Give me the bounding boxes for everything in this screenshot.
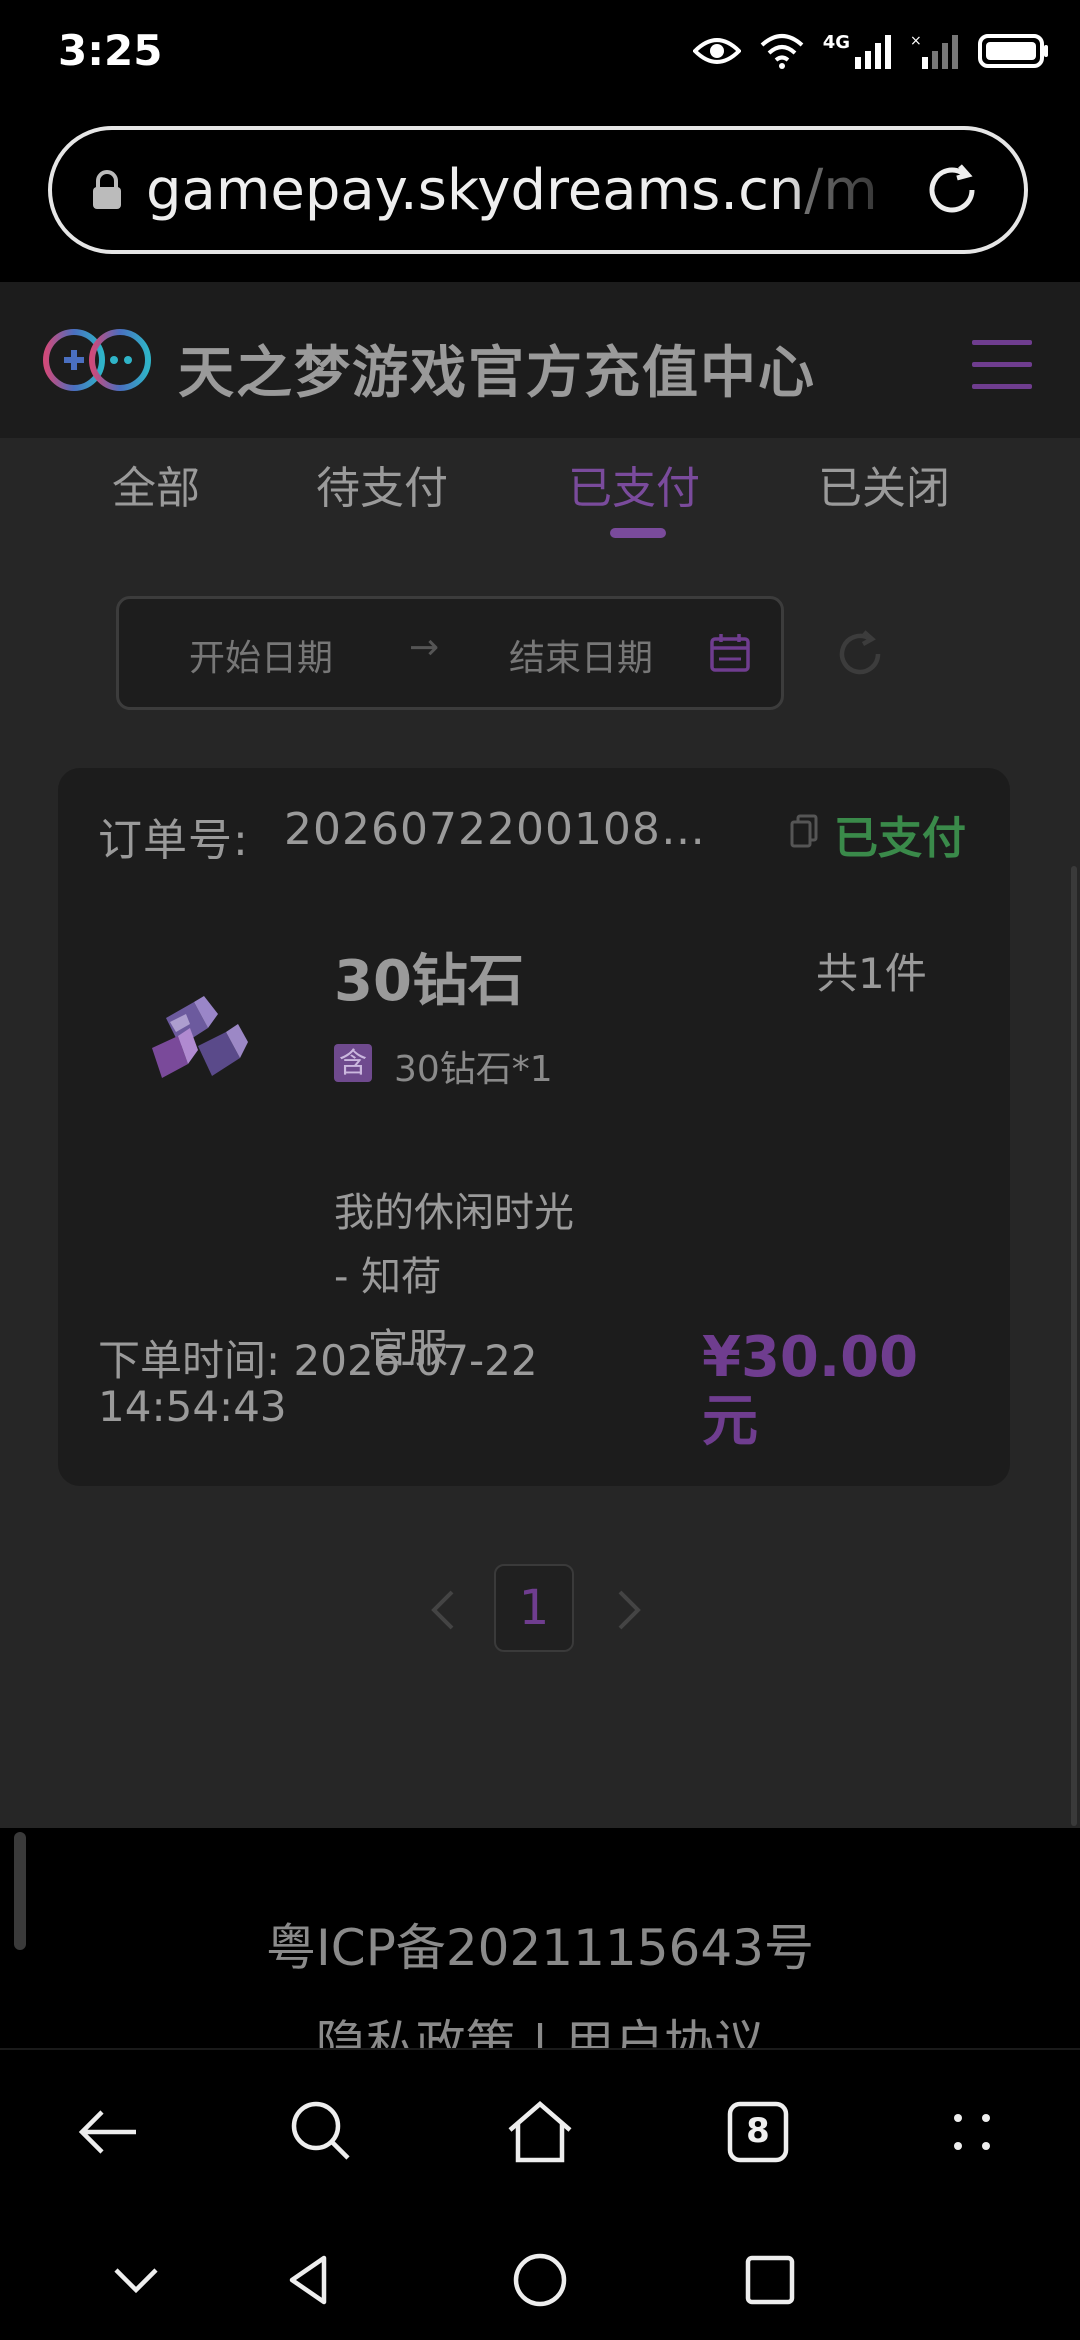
tab-closed[interactable]: 已关闭: [818, 452, 950, 516]
order-status-badge: 已支付: [834, 813, 966, 864]
tab-pending-payment[interactable]: 待支付: [316, 452, 448, 516]
lock-icon: [93, 170, 121, 209]
end-date-input[interactable]: 结束日期: [509, 629, 653, 681]
pagination-current-page[interactable]: 1: [494, 1564, 574, 1652]
gamepad-logo-icon: [43, 329, 151, 391]
nav-recents-icon[interactable]: [740, 2250, 800, 2310]
start-date-input[interactable]: 开始日期: [189, 629, 333, 681]
address-bar[interactable]: gamepay.skydreams.cn/m: [48, 126, 1028, 254]
refresh-icon[interactable]: [834, 628, 886, 680]
url-path: /m: [804, 157, 878, 223]
order-number-label: 订单号:: [98, 815, 249, 866]
search-icon[interactable]: [286, 2096, 358, 2168]
character-name: - 知荷: [334, 1254, 442, 1300]
tab-paid[interactable]: 已支付: [568, 452, 700, 516]
signal-icon: [855, 35, 891, 69]
url-host: gamepay.skydreams.cn: [146, 157, 805, 223]
eye-icon: [692, 38, 741, 64]
wifi-icon: [760, 34, 804, 69]
footer-links[interactable]: 隐私政策 | 用户协议: [0, 2004, 1080, 2048]
more-options-icon[interactable]: [936, 2096, 1008, 2168]
tabs-button[interactable]: 8: [722, 2096, 794, 2168]
home-icon[interactable]: [504, 2096, 576, 2168]
site-title: 天之梦游戏官方充值中心: [178, 341, 816, 406]
server-name: 我的休闲时光: [334, 1190, 574, 1236]
product-name: 30钻石: [334, 949, 524, 1014]
item-count: 共1件: [816, 949, 927, 998]
calendar-icon[interactable]: [709, 633, 751, 673]
network-type-label: 4G: [822, 31, 850, 53]
date-range-picker[interactable]: 开始日期 → 结束日期: [116, 596, 784, 710]
nav-back-icon[interactable]: [280, 2250, 340, 2310]
nav-home-icon[interactable]: [510, 2250, 570, 2310]
status-icons: 4G ×: [692, 24, 1050, 78]
url-text[interactable]: gamepay.skydreams.cn/m: [146, 158, 886, 223]
back-arrow-icon[interactable]: [72, 2096, 144, 2168]
chevron-down-icon[interactable]: [106, 2250, 166, 2310]
diamond-product-image: [152, 996, 248, 1078]
order-number: 20260722001084990: [284, 804, 724, 855]
tab-count: 8: [746, 2111, 770, 2151]
includes-text: 30钻石*1: [394, 1049, 553, 1090]
signal-weak-icon: ×: [910, 33, 958, 69]
range-separator: →: [409, 627, 440, 668]
order-time: 下单时间: 2026-07-22 14:54:43: [98, 1336, 538, 1431]
svg-text:×: ×: [910, 33, 922, 49]
hamburger-menu-icon[interactable]: [970, 334, 1034, 394]
tab-all[interactable]: 全部: [112, 452, 200, 516]
chevron-right-icon[interactable]: [614, 1588, 644, 1632]
page-scrollbar[interactable]: [1071, 866, 1077, 1826]
includes-badge: 含: [334, 1044, 372, 1082]
status-time: 3:25: [58, 26, 163, 75]
order-price: ¥30.00元: [702, 1325, 919, 1454]
copy-icon[interactable]: [790, 814, 818, 848]
reload-icon[interactable]: [920, 158, 984, 222]
active-tab-indicator: [610, 528, 666, 538]
order-card[interactable]: 订单号: 20260722001084990 已支付 30钻石 共1件 含 30…: [58, 768, 1010, 1486]
chevron-left-icon[interactable]: [428, 1588, 458, 1632]
battery-icon: [978, 34, 1048, 68]
icp-license-text[interactable]: 粤ICP备2021115643号: [0, 1908, 1080, 1980]
